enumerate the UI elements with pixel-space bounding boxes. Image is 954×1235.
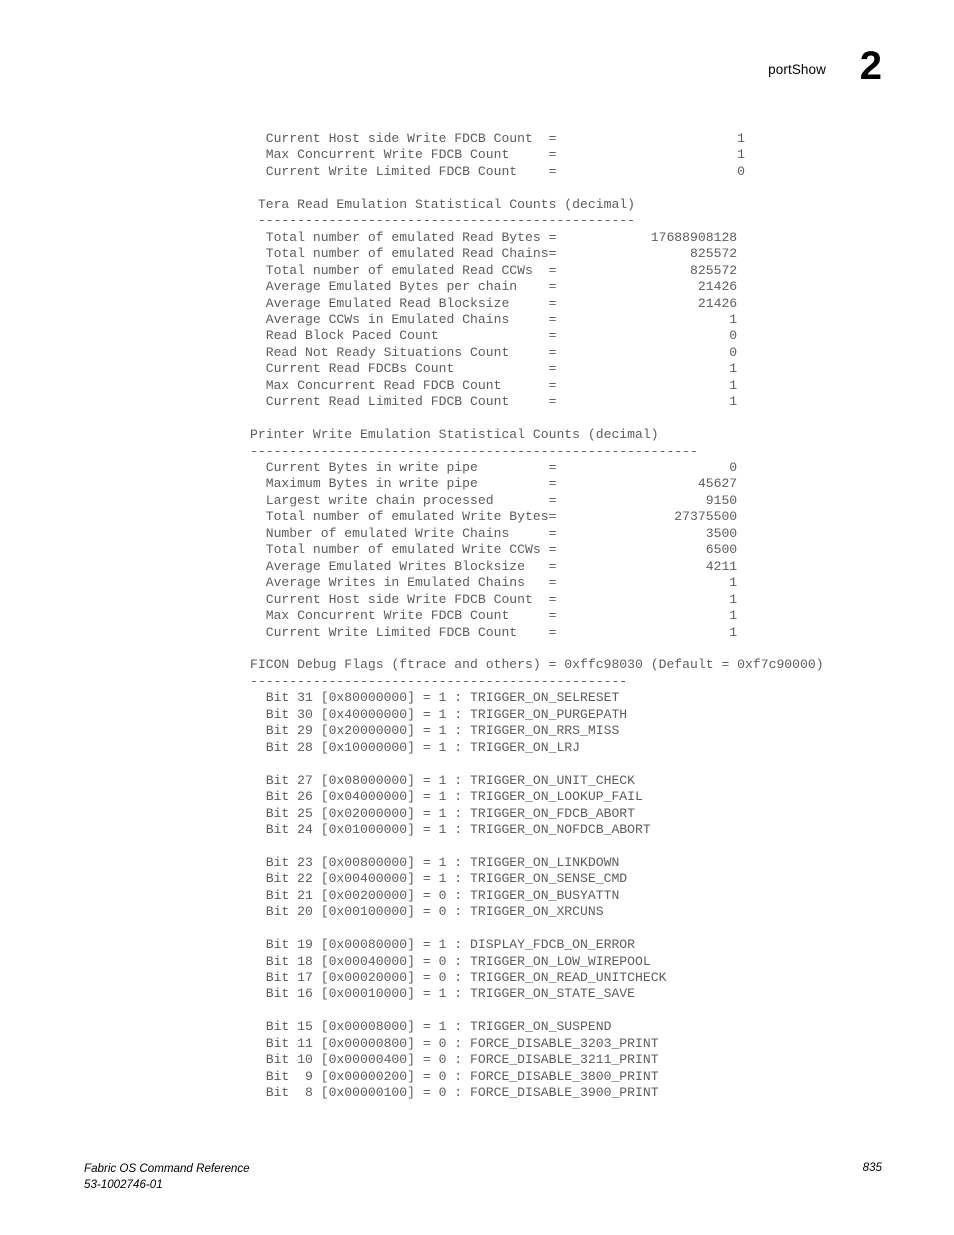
listing-line: Bit 17 [0x00020000] = 0 : TRIGGER_ON_REA… <box>250 970 667 986</box>
listing-line: Bit 30 [0x40000000] = 1 : TRIGGER_ON_PUR… <box>250 706 628 722</box>
listing-line: Read Block Paced Count = 0 <box>250 328 738 344</box>
listing-line: Current Host side Write FDCB Count = 1 <box>250 131 746 146</box>
listing-blank-line <box>250 411 824 427</box>
header-chapter-number: 2 <box>859 44 882 88</box>
listing-line: Bit 9 [0x00000200] = 0 : FORCE_DISABLE_3… <box>250 1068 659 1084</box>
listing-line: Average CCWs in Emulated Chains = 1 <box>250 311 738 327</box>
listing-line: Bit 24 [0x01000000] = 1 : TRIGGER_ON_NOF… <box>250 821 651 837</box>
listing-line: Maximum Bytes in write pipe = 45627 <box>250 476 738 492</box>
running-footer: Fabric OS Command Reference 53-1002746-0… <box>84 1161 882 1211</box>
listing-line: ----------------------------------------… <box>250 213 636 229</box>
listing-blank-line <box>250 838 824 854</box>
listing-line: Bit 31 [0x80000000] = 1 : TRIGGER_ON_SEL… <box>250 690 620 706</box>
listing-line: Bit 21 [0x00200000] = 0 : TRIGGER_ON_BUS… <box>250 887 620 903</box>
listing-line: Bit 11 [0x00000800] = 0 : FORCE_DISABLE_… <box>250 1035 659 1051</box>
listing-blank-line <box>250 180 824 196</box>
document-page: portShow 2 Current Host side Write FDCB … <box>0 0 954 1235</box>
listing-line: Bit 29 [0x20000000] = 1 : TRIGGER_ON_RRS… <box>250 723 620 739</box>
listing-line: Total number of emulated Write Bytes= 27… <box>250 509 738 525</box>
listing-line: Average Emulated Writes Blocksize = 4211 <box>250 558 738 574</box>
console-output-listing: Current Host side Write FDCB Count = 1 M… <box>250 131 824 1102</box>
listing-line: Max Concurrent Write FDCB Count = 1 <box>250 147 746 163</box>
listing-line: Bit 22 [0x00400000] = 1 : TRIGGER_ON_SEN… <box>250 871 628 887</box>
footer-document-info: Fabric OS Command Reference 53-1002746-0… <box>84 1161 250 1192</box>
listing-line: Total number of emulated Read Chains= 82… <box>250 246 738 262</box>
listing-line: Max Concurrent Read FDCB Count = 1 <box>250 377 738 393</box>
listing-blank-line <box>250 641 824 657</box>
listing-blank-line <box>250 921 824 937</box>
header-command-name: portShow <box>768 62 826 77</box>
listing-line: Bit 10 [0x00000400] = 0 : FORCE_DISABLE_… <box>250 1052 659 1068</box>
listing-line: Number of emulated Write Chains = 3500 <box>250 525 738 541</box>
listing-line: Bit 28 [0x10000000] = 1 : TRIGGER_ON_LRJ <box>250 739 581 755</box>
listing-line: Printer Write Emulation Statistical Coun… <box>250 427 659 443</box>
listing-line: Max Concurrent Write FDCB Count = 1 <box>250 608 738 624</box>
listing-line: Average Writes in Emulated Chains = 1 <box>250 575 738 591</box>
footer-document-number: 53-1002746-01 <box>84 1177 163 1191</box>
listing-line: Bit 15 [0x00008000] = 1 : TRIGGER_ON_SUS… <box>250 1019 612 1035</box>
footer-book-title: Fabric OS Command Reference <box>84 1162 250 1175</box>
listing-line: Current Read FDCBs Count = 1 <box>250 361 738 377</box>
listing-line: Average Emulated Bytes per chain = 21426 <box>250 279 738 295</box>
listing-line: Bit 26 [0x04000000] = 1 : TRIGGER_ON_LOO… <box>250 789 643 805</box>
listing-blank-line <box>250 1003 824 1019</box>
listing-line: Current Host side Write FDCB Count = 1 <box>250 591 738 607</box>
listing-line: Current Write Limited FDCB Count = 0 <box>250 163 746 179</box>
footer-page-number: 835 <box>862 1161 882 1174</box>
listing-line: Bit 18 [0x00040000] = 0 : TRIGGER_ON_LOW… <box>250 953 651 969</box>
listing-line: Bit 20 [0x00100000] = 0 : TRIGGER_ON_XRC… <box>250 904 604 920</box>
listing-line: Total number of emulated Read CCWs = 825… <box>250 262 738 278</box>
listing-line: Largest write chain processed = 9150 <box>250 492 738 508</box>
running-header: portShow 2 <box>0 46 954 98</box>
listing-line: ----------------------------------------… <box>250 443 698 459</box>
listing-line: FICON Debug Flags (ftrace and others) = … <box>250 657 824 673</box>
listing-line: Tera Read Emulation Statistical Counts (… <box>250 196 636 212</box>
listing-line: Current Bytes in write pipe = 0 <box>250 460 738 476</box>
listing-line: Average Emulated Read Blocksize = 21426 <box>250 295 738 311</box>
listing-line: Bit 16 [0x00010000] = 1 : TRIGGER_ON_STA… <box>250 986 636 1002</box>
listing-blank-line <box>250 756 824 772</box>
listing-line: Current Read Limited FDCB Count = 1 <box>250 394 738 410</box>
listing-line: Bit 23 [0x00800000] = 1 : TRIGGER_ON_LIN… <box>250 854 620 870</box>
listing-line: Current Write Limited FDCB Count = 1 <box>250 624 738 640</box>
listing-line: Bit 19 [0x00080000] = 1 : DISPLAY_FDCB_O… <box>250 937 636 953</box>
listing-line: ----------------------------------------… <box>250 673 628 689</box>
listing-line: Bit 8 [0x00000100] = 0 : FORCE_DISABLE_3… <box>250 1085 659 1101</box>
listing-line: Total number of emulated Read Bytes = 17… <box>250 229 738 245</box>
listing-line: Bit 25 [0x02000000] = 1 : TRIGGER_ON_FDC… <box>250 805 636 821</box>
listing-line: Bit 27 [0x08000000] = 1 : TRIGGER_ON_UNI… <box>250 772 636 788</box>
listing-line: Read Not Ready Situations Count = 0 <box>250 344 738 360</box>
listing-line: Total number of emulated Write CCWs = 65… <box>250 542 738 558</box>
